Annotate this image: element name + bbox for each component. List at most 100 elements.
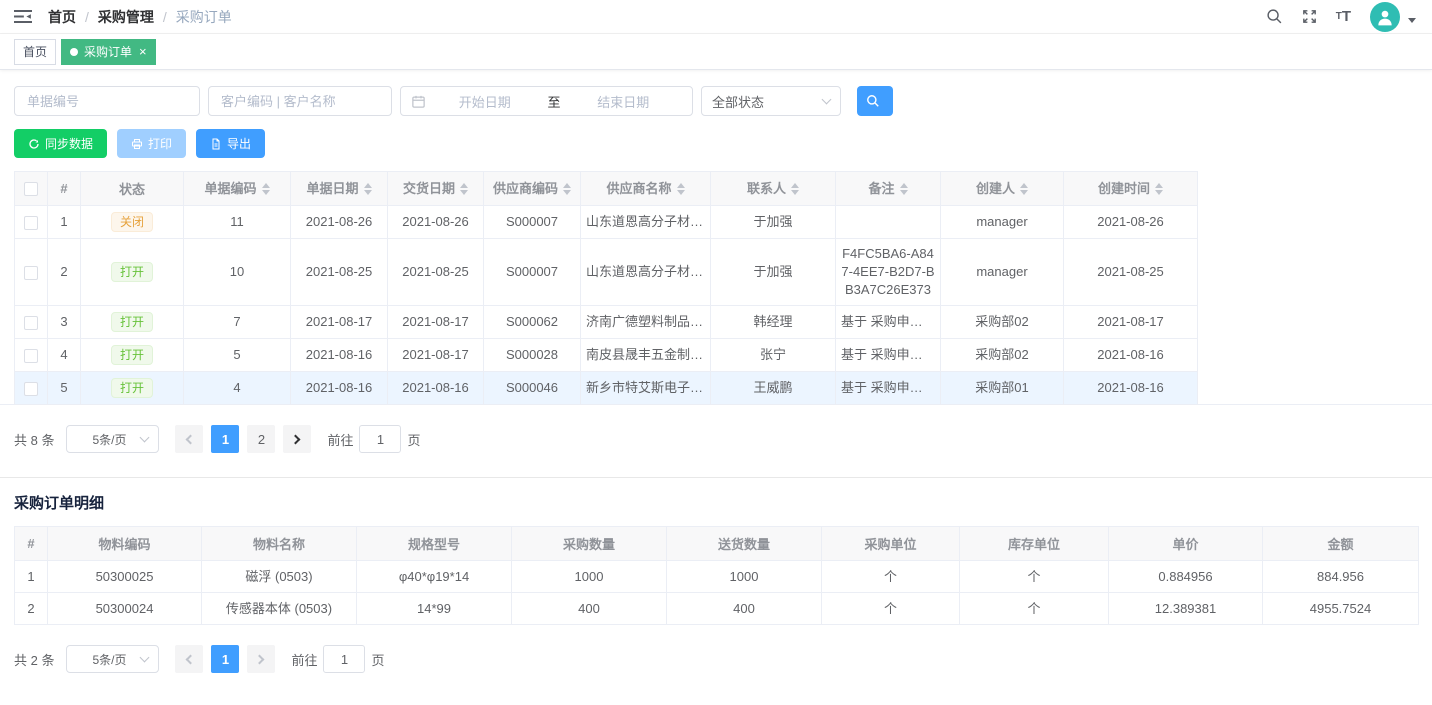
next-page-button[interactable] — [283, 425, 311, 453]
row-checkbox[interactable] — [24, 382, 38, 396]
header-remark[interactable]: 备注 — [836, 172, 941, 206]
header-creator[interactable]: 创建人 — [941, 172, 1064, 206]
cell-index: 1 — [15, 561, 48, 593]
order-row-selected[interactable]: 5 打开 4 2021-08-16 2021-08-16 S000046 新乡市… — [15, 372, 1198, 405]
cell-remark: 基于 采购申请 4. — [836, 372, 941, 405]
active-dot-icon — [70, 48, 78, 56]
cell-supplier-code: S000007 — [484, 239, 581, 306]
cell-order-code: 10 — [184, 239, 291, 306]
order-row[interactable]: 2 打开 10 2021-08-25 2021-08-25 S000007 山东… — [15, 239, 1198, 306]
breadcrumb-purchase-management[interactable]: 采购管理 — [98, 7, 154, 27]
chevron-left-icon — [186, 654, 196, 664]
search-button[interactable] — [857, 86, 893, 116]
chevron-down-icon — [140, 432, 150, 442]
cell-supplier-name: 新乡市特艾斯电子设... — [581, 372, 711, 405]
font-size-icon[interactable]: TT — [1327, 9, 1360, 24]
cell-material-name: 传感器本体 (0503) — [202, 593, 357, 625]
sort-icon[interactable] — [262, 179, 270, 199]
sort-icon[interactable] — [677, 179, 685, 199]
prev-page-button[interactable] — [175, 425, 203, 453]
sort-icon[interactable] — [1020, 179, 1028, 199]
customer-input[interactable] — [208, 86, 392, 116]
tab-close-icon[interactable]: × — [139, 45, 147, 58]
search-icon[interactable] — [1257, 8, 1292, 25]
fullscreen-icon[interactable] — [1292, 8, 1327, 25]
header-supplier-name[interactable]: 供应商名称 — [581, 172, 711, 206]
page-size-select[interactable]: 5条/页 — [66, 425, 159, 453]
row-checkbox[interactable] — [24, 216, 38, 230]
chevron-down-icon — [822, 94, 832, 104]
row-checkbox[interactable] — [24, 349, 38, 363]
detail-row[interactable]: 1 50300025 磁浮 (0503) φ40*φ19*14 1000 100… — [15, 561, 1419, 593]
sort-icon[interactable] — [364, 179, 372, 199]
cell-creator: 采购部02 — [941, 339, 1064, 372]
print-button: 打印 — [117, 129, 186, 158]
start-date-placeholder[interactable]: 开始日期 — [426, 92, 544, 111]
order-row[interactable]: 1 关闭 11 2021-08-26 2021-08-26 S000007 山东… — [15, 206, 1198, 239]
cell-created-time: 2021-08-16 — [1064, 372, 1198, 405]
header-created-time[interactable]: 创建时间 — [1064, 172, 1198, 206]
header-stock-unit: 库存单位 — [960, 527, 1109, 561]
page-jumper: 前往 页 — [291, 645, 384, 673]
orders-pagination: 共 8 条 5条/页 1 2 前往 页 — [14, 425, 1418, 453]
export-button[interactable]: 导出 — [196, 129, 265, 158]
sort-icon[interactable] — [900, 179, 908, 199]
breadcrumb-home[interactable]: 首页 — [48, 7, 76, 27]
cell-contact: 于加强 — [711, 239, 836, 306]
tab-home[interactable]: 首页 — [14, 39, 56, 65]
range-separator: 至 — [544, 92, 565, 111]
prev-page-button — [175, 645, 203, 673]
cell-purchase-unit: 个 — [822, 561, 960, 593]
cell-order-code: 5 — [184, 339, 291, 372]
header-supplier-code[interactable]: 供应商编码 — [484, 172, 581, 206]
sort-icon[interactable] — [1155, 179, 1163, 199]
detail-row[interactable]: 2 50300024 传感器本体 (0503) 14*99 400 400 个 … — [15, 593, 1419, 625]
cell-index: 2 — [15, 593, 48, 625]
cell-delivery-date: 2021-08-16 — [388, 372, 484, 405]
goto-page-input[interactable] — [323, 645, 365, 673]
page-size-select[interactable]: 5条/页 — [66, 645, 159, 673]
hamburger-icon[interactable] — [12, 9, 42, 24]
status-badge: 打开 — [111, 312, 153, 332]
page-button-2[interactable]: 2 — [247, 425, 275, 453]
avatar-caret-icon[interactable] — [1408, 18, 1416, 23]
sort-icon[interactable] — [460, 179, 468, 199]
end-date-placeholder[interactable]: 结束日期 — [565, 92, 683, 111]
goto-page-input[interactable] — [359, 425, 401, 453]
avatar[interactable] — [1370, 2, 1400, 32]
header-delivery-date[interactable]: 交货日期 — [388, 172, 484, 206]
cell-remark: F4FC5BA6-A847-4EE7-B2D7-BB3A7C26E373 — [836, 239, 941, 306]
order-row[interactable]: 4 打开 5 2021-08-16 2021-08-17 S000028 南皮县… — [15, 339, 1198, 372]
page-unit-label: 页 — [407, 430, 420, 449]
page-jumper: 前往 页 — [327, 425, 420, 453]
cell-creator: manager — [941, 239, 1064, 306]
header-order-code[interactable]: 单据编码 — [184, 172, 291, 206]
navbar-actions: TT — [1257, 2, 1416, 32]
page-unit-label: 页 — [371, 650, 384, 669]
header-status: 状态 — [81, 172, 184, 206]
date-range-picker[interactable]: 开始日期 至 结束日期 — [400, 86, 693, 116]
row-checkbox[interactable] — [24, 266, 38, 280]
chevron-left-icon — [186, 434, 196, 444]
sort-icon[interactable] — [563, 179, 571, 199]
header-spec: 规格型号 — [357, 527, 512, 561]
status-select[interactable]: 全部状态 — [701, 86, 841, 116]
cell-delivery-date: 2021-08-17 — [388, 306, 484, 339]
row-checkbox[interactable] — [24, 316, 38, 330]
header-purchase-unit: 采购单位 — [822, 527, 960, 561]
cell-remark: 基于 采购申请 6. — [836, 339, 941, 372]
header-order-date[interactable]: 单据日期 — [291, 172, 388, 206]
header-contact[interactable]: 联系人 — [711, 172, 836, 206]
select-all-checkbox[interactable] — [24, 182, 38, 196]
page-button-1[interactable]: 1 — [211, 645, 239, 673]
status-badge: 打开 — [111, 378, 153, 398]
order-no-input[interactable] — [14, 86, 200, 116]
sync-data-button[interactable]: 同步数据 — [14, 129, 107, 158]
breadcrumb-separator: / — [85, 9, 89, 25]
page-button-1[interactable]: 1 — [211, 425, 239, 453]
order-row[interactable]: 3 打开 7 2021-08-17 2021-08-17 S000062 济南广… — [15, 306, 1198, 339]
header-select-all[interactable] — [15, 172, 48, 206]
cell-created-time: 2021-08-17 — [1064, 306, 1198, 339]
sort-icon[interactable] — [791, 179, 799, 199]
tab-purchase-order[interactable]: 采购订单 × — [61, 39, 156, 65]
